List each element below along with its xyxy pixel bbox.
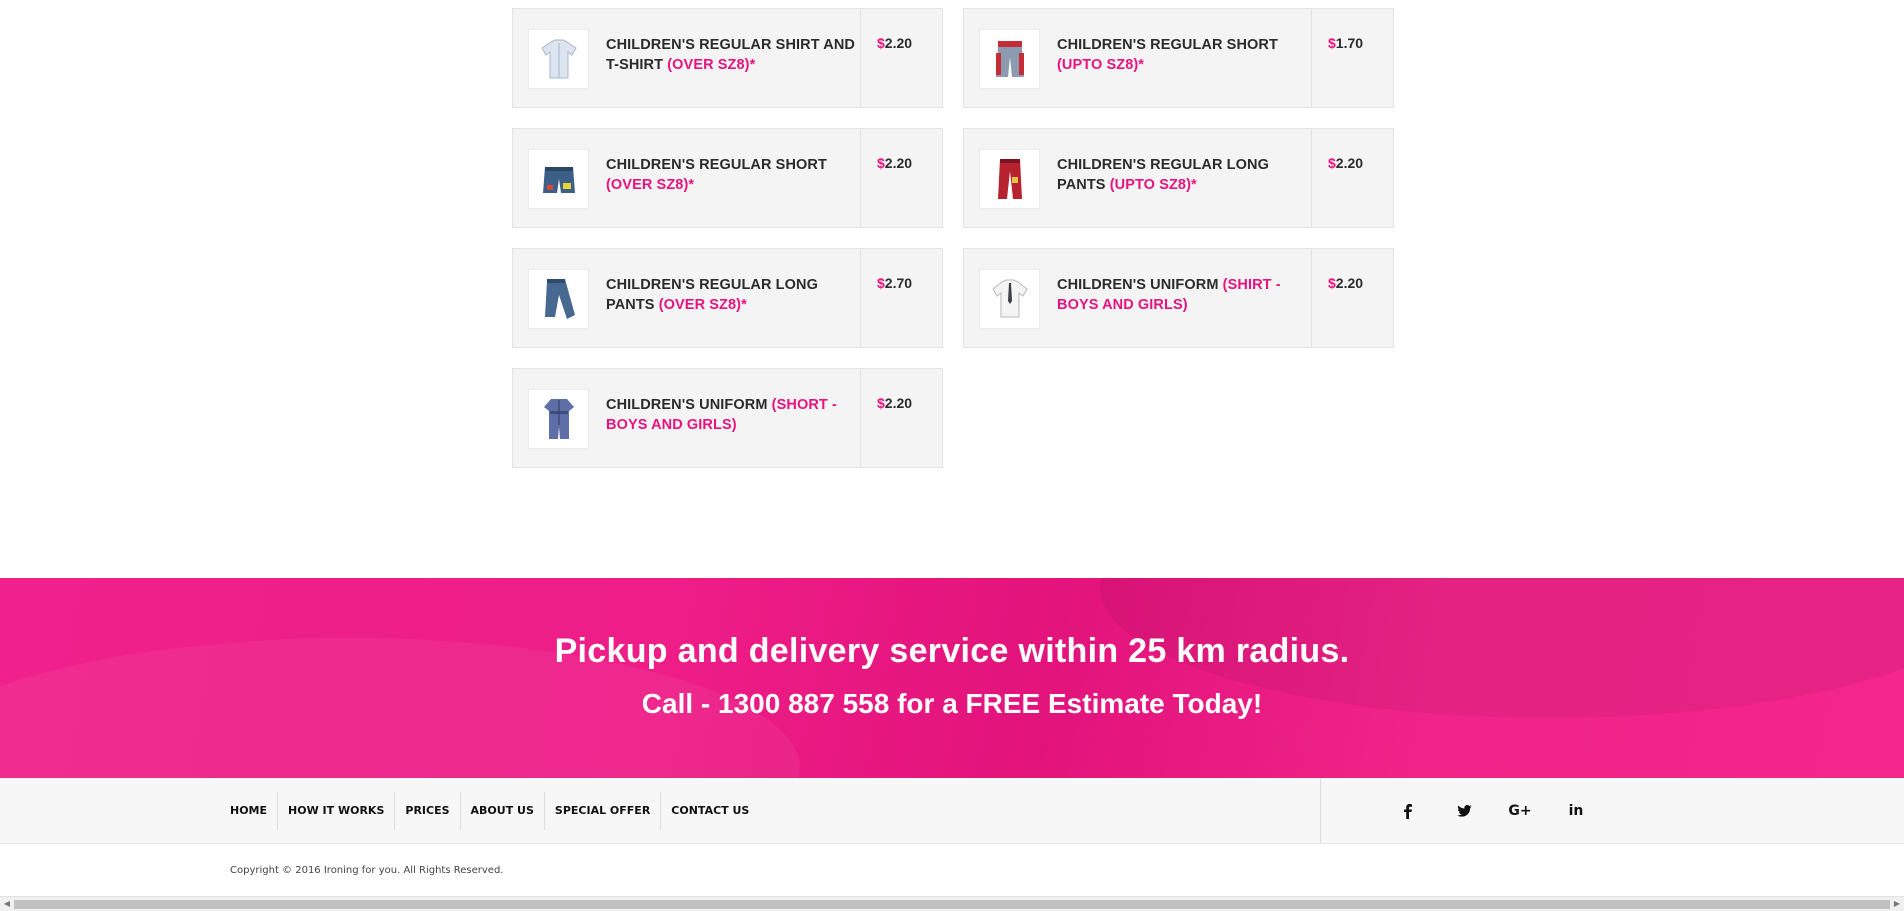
price-card: CHILDREN'S UNIFORM (SHORT - BOYS AND GIR… (512, 368, 943, 468)
scrollbar-thumb[interactable] (14, 900, 1890, 909)
footer-nav: HOME HOW IT WORKS PRICES ABOUT US SPECIA… (0, 778, 1904, 844)
currency-symbol: $ (877, 35, 885, 51)
product-price: $2.20 (1328, 155, 1364, 171)
divider (860, 9, 861, 107)
shorts-icon (979, 29, 1040, 89)
product-size-note: (UPTO SZ8)* (1057, 57, 1145, 73)
product-size-note: (UPTO SZ8)* (1109, 177, 1197, 193)
google-plus-icon[interactable]: G+ (1492, 796, 1548, 826)
currency-symbol: $ (877, 275, 885, 291)
currency-symbol: $ (1328, 275, 1336, 291)
divider (860, 249, 861, 347)
price-card: CHILDREN'S REGULAR LONG PANTS (UPTO SZ8)… (963, 128, 1394, 228)
price-card: CHILDREN'S REGULAR SHIRT AND T-SHIRT (OV… (512, 8, 943, 108)
product-price: $2.70 (877, 275, 913, 291)
shirt-icon (528, 29, 589, 89)
product-size-note: (OVER SZ8)* (667, 57, 756, 73)
scroll-right-icon[interactable]: ▶ (1892, 899, 1902, 909)
price-card: CHILDREN'S UNIFORM (SHIRT - BOYS AND GIR… (963, 248, 1394, 348)
divider (860, 129, 861, 227)
product-title: CHILDREN'S REGULAR LONG PANTS (OVER SZ8)… (606, 277, 818, 313)
product-title: CHILDREN'S UNIFORM (SHORT - BOYS AND GIR… (606, 397, 837, 433)
product-title: CHILDREN'S UNIFORM (SHIRT - BOYS AND GIR… (1057, 277, 1281, 313)
divider (1311, 249, 1312, 347)
currency-symbol: $ (877, 395, 885, 411)
currency-symbol: $ (877, 155, 885, 171)
shorts-icon (528, 149, 589, 209)
product-title: CHILDREN'S REGULAR SHORT (UPTO SZ8)* (1057, 37, 1278, 73)
romper-icon (528, 389, 589, 449)
divider (860, 369, 861, 467)
facebook-icon[interactable] (1380, 796, 1436, 826)
product-price: $2.20 (877, 395, 913, 411)
copyright-text: Copyright © 2016 Ironing for you. All Ri… (230, 865, 504, 876)
footer-link-contact-us[interactable]: CONTACT US (661, 792, 759, 830)
divider (1311, 129, 1312, 227)
banner-call-to-action: Call - 1300 887 558 for a FREE Estimate … (641, 688, 1263, 719)
pants-icon (528, 269, 589, 329)
divider (1311, 9, 1312, 107)
currency-symbol: $ (1328, 35, 1336, 51)
pants-icon (979, 149, 1040, 209)
footer-link-special-offer[interactable]: SPECIAL OFFER (545, 792, 662, 830)
footer-link-prices[interactable]: PRICES (395, 792, 461, 830)
product-title: CHILDREN'S REGULAR SHORT (OVER SZ8)* (606, 157, 827, 193)
footer-divider (1320, 778, 1321, 844)
uniform-shirt-icon (979, 269, 1040, 329)
product-title: CHILDREN'S REGULAR LONG PANTS (UPTO SZ8)… (1057, 157, 1269, 193)
product-price: $2.20 (877, 35, 913, 51)
promo-banner: Pickup and delivery service within 25 km… (0, 578, 1904, 778)
product-size-note: (OVER SZ8)* (606, 177, 695, 193)
price-card: CHILDREN'S REGULAR LONG PANTS (OVER SZ8)… (512, 248, 943, 348)
footer-link-home[interactable]: HOME (230, 792, 279, 830)
currency-symbol: $ (1328, 155, 1336, 171)
price-card: CHILDREN'S REGULAR SHORT (UPTO SZ8)* $1.… (963, 8, 1394, 108)
product-price: $1.70 (1328, 35, 1364, 51)
footer-link-how-it-works[interactable]: HOW IT WORKS (278, 792, 396, 830)
footer-link-about-us[interactable]: ABOUT US (461, 792, 545, 830)
price-card: CHILDREN'S REGULAR SHORT (OVER SZ8)* $2.… (512, 128, 943, 228)
twitter-icon[interactable] (1436, 796, 1492, 826)
product-size-note: (OVER SZ8)* (658, 297, 747, 313)
horizontal-scrollbar[interactable]: ◀ ▶ (0, 896, 1904, 911)
social-links: G+ in (1380, 778, 1604, 844)
product-price: $2.20 (1328, 275, 1364, 291)
product-price: $2.20 (877, 155, 913, 171)
footer-menu: HOME HOW IT WORKS PRICES ABOUT US SPECIA… (230, 778, 759, 844)
banner-headline: Pickup and delivery service within 25 km… (554, 632, 1350, 670)
linkedin-icon[interactable]: in (1548, 796, 1604, 826)
scroll-left-icon[interactable]: ◀ (2, 899, 12, 909)
product-title: CHILDREN'S REGULAR SHIRT AND T-SHIRT (OV… (606, 37, 855, 73)
